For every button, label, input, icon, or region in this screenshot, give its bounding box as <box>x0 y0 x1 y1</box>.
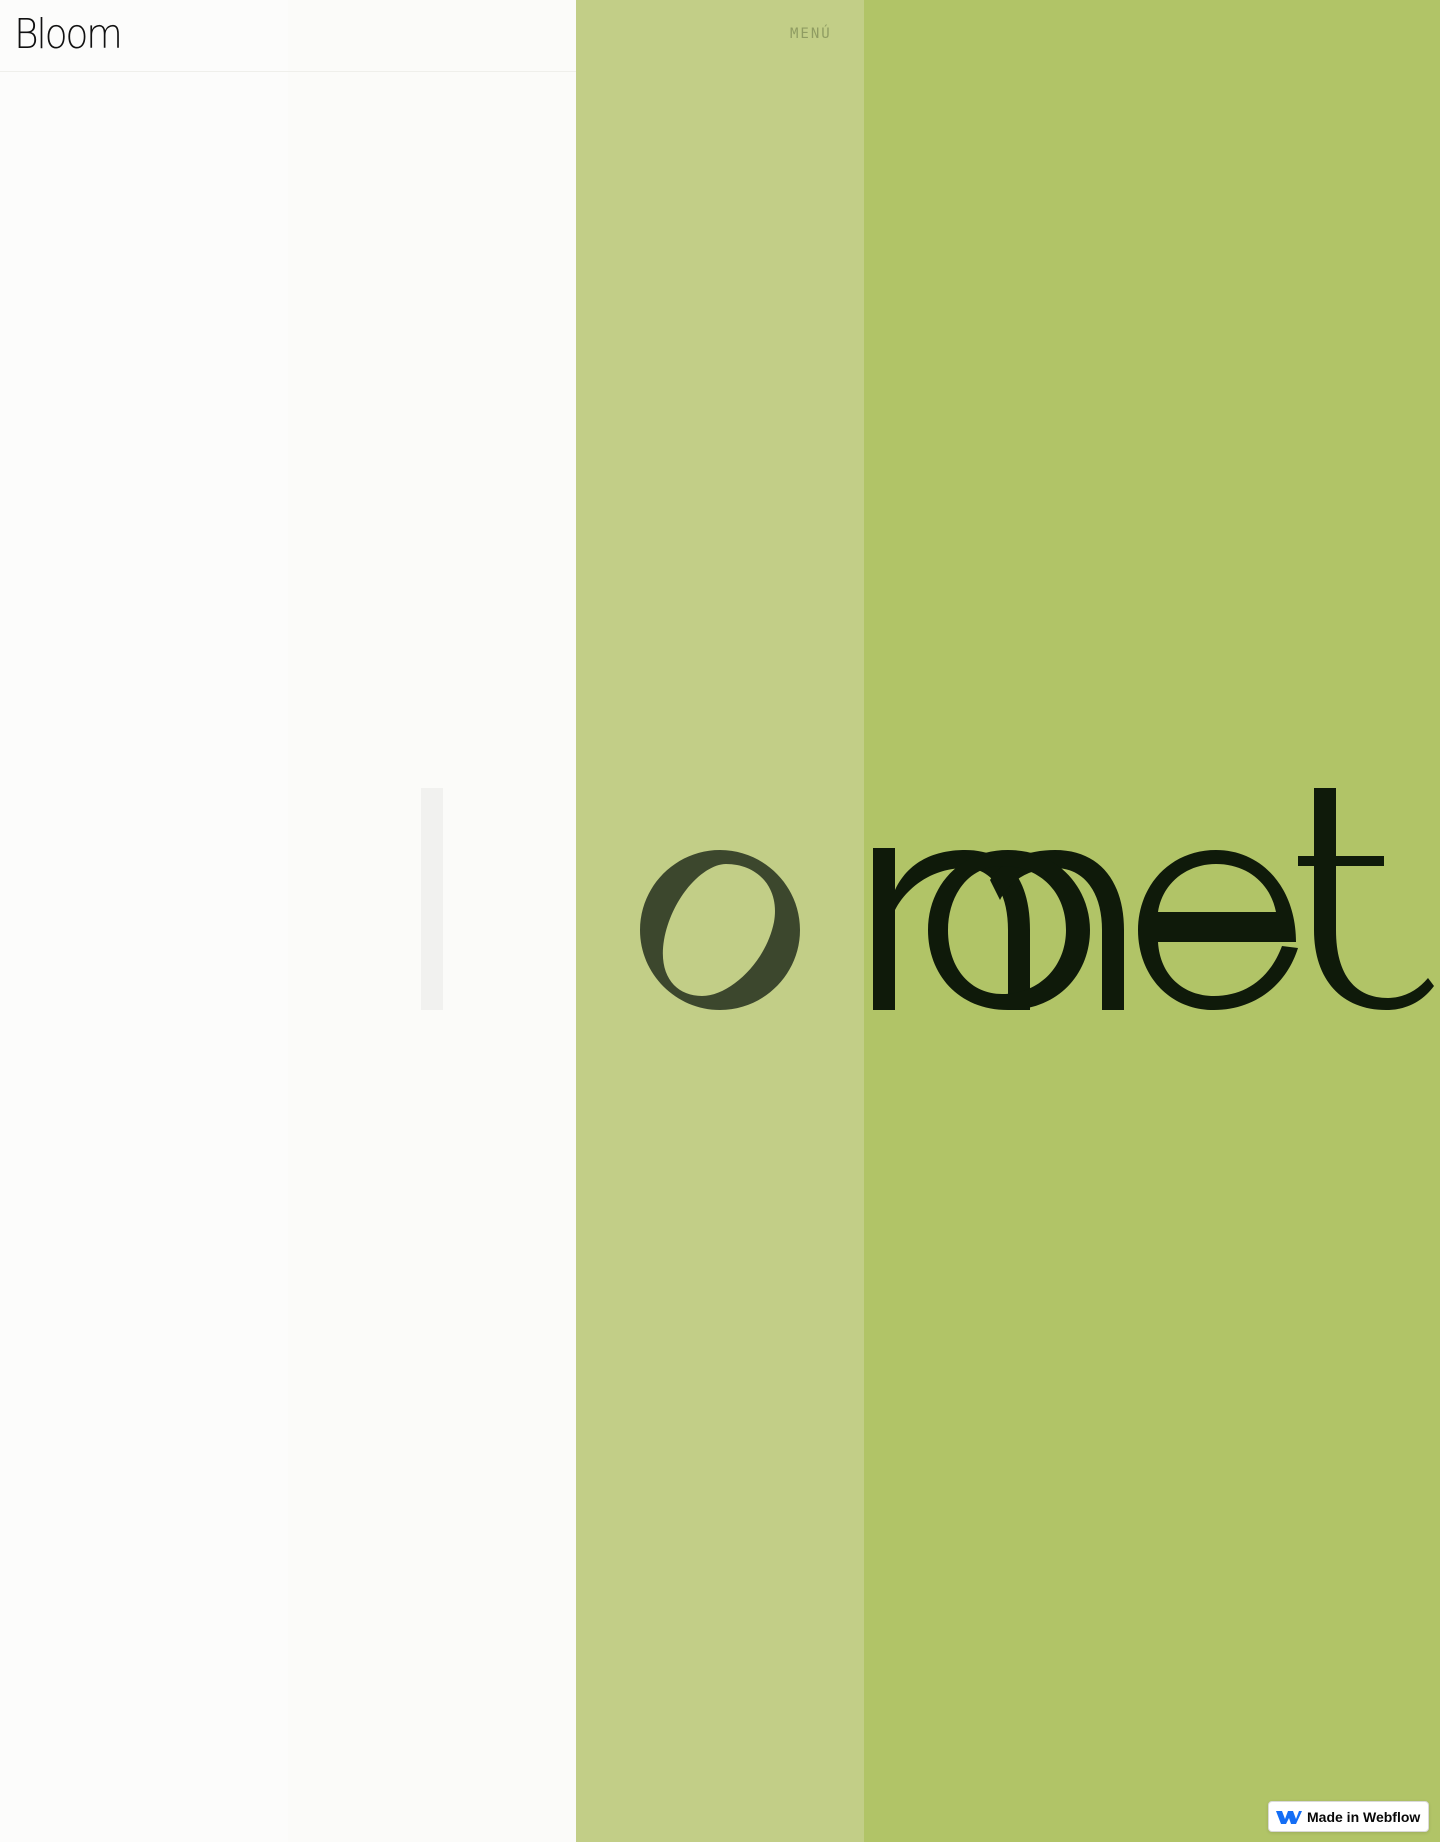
hero-letter-t <box>1298 788 1434 1010</box>
hero-letter-l <box>421 788 443 1010</box>
page: Bloom MENÚ Made in Webflow <box>0 0 1440 1842</box>
hero-letter-e <box>1138 850 1298 1010</box>
hero-word <box>421 788 1434 1010</box>
badge-label: Made in Webflow <box>1307 1808 1421 1825</box>
hero-letter-o <box>640 850 800 1010</box>
made-in-webflow-badge[interactable]: Made in Webflow <box>1268 1801 1429 1832</box>
webflow-logo-icon <box>1275 1808 1303 1826</box>
